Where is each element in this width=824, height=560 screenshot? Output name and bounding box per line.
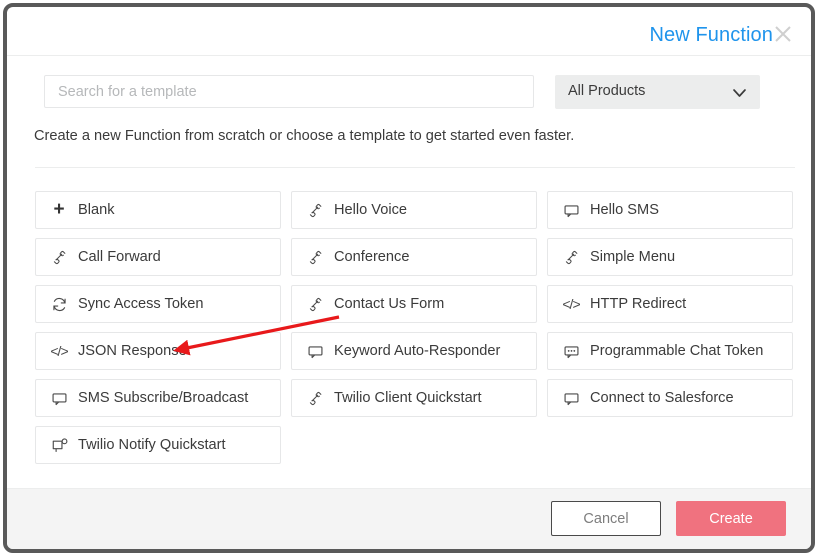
template-card[interactable]: Keyword Auto-Responder	[291, 332, 537, 370]
template-card-label: Programmable Chat Token	[590, 343, 764, 359]
template-card-label: HTTP Redirect	[590, 296, 687, 312]
phone-icon	[50, 248, 68, 266]
template-card-label: Twilio Notify Quickstart	[78, 437, 226, 453]
chat-bubble-icon	[306, 342, 324, 360]
filters-row: All Products	[7, 56, 811, 119]
template-card-label: Hello Voice	[334, 202, 408, 218]
phone-icon	[306, 389, 324, 407]
template-card-label: Conference	[334, 249, 410, 265]
template-card[interactable]: Twilio Client Quickstart	[291, 379, 537, 417]
template-card-label: JSON Response	[78, 343, 187, 359]
template-card-label: Keyword Auto-Responder	[334, 343, 501, 359]
template-card[interactable]: </> JSON Response	[35, 332, 281, 370]
template-card[interactable]: Connect to Salesforce	[547, 379, 793, 417]
dialog-description: Create a new Function from scratch or ch…	[34, 128, 575, 144]
code-icon: </>	[50, 343, 68, 359]
search-input[interactable]	[44, 75, 534, 108]
template-card-label: Simple Menu	[590, 249, 676, 265]
template-card-label: Twilio Client Quickstart	[334, 390, 482, 406]
template-card[interactable]: Contact Us Form	[291, 285, 537, 323]
chat-dots-icon	[562, 342, 580, 360]
template-card-label: Call Forward	[78, 249, 161, 265]
product-filter-dropdown[interactable]: All Products	[555, 75, 760, 109]
phone-icon	[306, 248, 324, 266]
page-title: New Function	[649, 24, 773, 46]
sync-icon	[50, 295, 68, 313]
phone-icon	[306, 295, 324, 313]
dialog-header: New Function	[7, 7, 811, 56]
template-card[interactable]: SMS Subscribe/Broadcast	[35, 379, 281, 417]
chevron-down-icon	[732, 86, 747, 98]
template-card-label: Connect to Salesforce	[590, 390, 734, 406]
template-card-label: Sync Access Token	[78, 296, 204, 312]
close-icon[interactable]	[772, 23, 794, 45]
product-filter-label: All Products	[568, 83, 646, 99]
template-grid: + Blank Hello Voice Hello SMS Call Forward Co…	[35, 191, 795, 464]
create-button[interactable]: Create	[676, 501, 786, 536]
chat-bubble-icon	[50, 389, 68, 407]
template-card[interactable]: </> HTTP Redirect	[547, 285, 793, 323]
code-icon: </>	[562, 296, 580, 312]
template-card-label: SMS Subscribe/Broadcast	[78, 390, 249, 406]
plus-icon: +	[53, 198, 65, 220]
chat-bubble-icon	[562, 389, 580, 407]
template-card[interactable]: Call Forward	[35, 238, 281, 276]
template-card[interactable]: Hello Voice	[291, 191, 537, 229]
new-function-dialog: New Function All Products Create a new F…	[3, 3, 815, 553]
phone-icon	[306, 201, 324, 219]
template-card-label: Contact Us Form	[334, 296, 445, 312]
template-card[interactable]: + Blank	[35, 191, 281, 229]
template-card[interactable]: Simple Menu	[547, 238, 793, 276]
template-card[interactable]: Twilio Notify Quickstart	[35, 426, 281, 464]
cancel-button[interactable]: Cancel	[551, 501, 661, 536]
template-card[interactable]: Programmable Chat Token	[547, 332, 793, 370]
template-card-label: Blank	[78, 202, 115, 218]
divider	[35, 167, 795, 168]
phone-icon	[562, 248, 580, 266]
template-card[interactable]: Hello SMS	[547, 191, 793, 229]
template-card-label: Hello SMS	[590, 202, 659, 218]
dialog-footer: Cancel Create	[7, 488, 811, 549]
template-card[interactable]: Sync Access Token	[35, 285, 281, 323]
chat-bubble-icon	[562, 201, 580, 219]
template-card[interactable]: Conference	[291, 238, 537, 276]
chat-notify-icon	[50, 436, 68, 454]
